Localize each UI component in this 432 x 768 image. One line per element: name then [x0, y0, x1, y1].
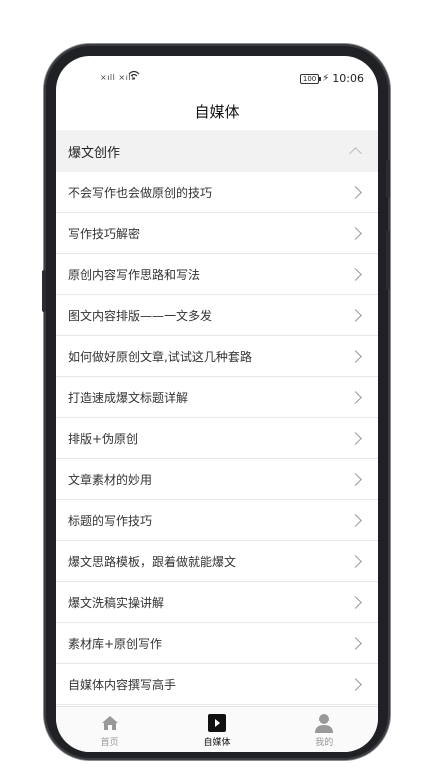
chevron-right-icon — [349, 308, 362, 322]
tab-home[interactable]: 首页 — [70, 713, 150, 748]
list-item-label: 原创内容写作思路和写法 — [68, 267, 201, 282]
list-item[interactable]: 不会写作也会做原创的技巧 — [56, 172, 378, 213]
play-icon — [207, 713, 227, 733]
chevron-right-icon — [349, 595, 362, 609]
list-item[interactable]: 标题的写作技巧 — [56, 500, 378, 541]
tab-profile[interactable]: 我的 — [284, 713, 364, 748]
list-item[interactable]: 爆文思路模板，跟着做就能爆文 — [56, 541, 378, 582]
volume-button — [42, 270, 46, 312]
list-item-label: 自媒体内容撰写高手 — [68, 677, 177, 692]
list-item[interactable]: 写作技巧解密 — [56, 213, 378, 254]
list-item-label: 打造速成爆文标题详解 — [68, 390, 189, 405]
charging-icon: ⚡ — [322, 73, 330, 84]
list-item-label: 写作技巧解密 — [68, 226, 141, 241]
chevron-right-icon — [349, 349, 362, 363]
list-item[interactable]: 排版+伪原创 — [56, 418, 378, 459]
chevron-right-icon — [349, 390, 362, 404]
wifi-icon — [128, 70, 140, 83]
list-item-label: 文章素材的妙用 — [68, 472, 153, 487]
chevron-right-icon — [349, 431, 362, 445]
list-item[interactable]: 爆文洗稿实操讲解 — [56, 582, 378, 623]
list-item-label: 排版+伪原创 — [68, 431, 139, 446]
list-item[interactable]: 图文内容排版——一文多发 — [56, 295, 378, 336]
chevron-right-icon — [349, 554, 362, 568]
list-item[interactable]: 原创内容写作思路和写法 — [56, 254, 378, 295]
chevron-right-icon — [349, 185, 362, 199]
user-icon — [314, 713, 334, 733]
chevron-up-icon[interactable] — [349, 147, 362, 160]
chevron-right-icon — [349, 513, 362, 527]
list-item-label: 不会写作也会做原创的技巧 — [68, 185, 213, 200]
chevron-right-icon — [349, 677, 362, 691]
section-title: 爆文创作 — [68, 145, 121, 161]
list-item-label: 标题的写作技巧 — [68, 513, 153, 528]
list-item-label: 图文内容排版——一文多发 — [68, 308, 213, 323]
app-screen: ×ıll ×ıll 100 ⚡ 10:06 自媒体 爆文创作 不会写作也会做原创… — [56, 56, 378, 752]
home-icon — [101, 713, 119, 733]
chevron-right-icon — [349, 226, 362, 240]
article-list: 不会写作也会做原创的技巧 写作技巧解密 原创内容写作思路和写法 图文内容排版——… — [56, 172, 378, 705]
list-item[interactable]: 素材库+原创写作 — [56, 623, 378, 664]
chevron-right-icon — [349, 636, 362, 650]
battery-icon: 100 — [299, 73, 322, 84]
list-item[interactable]: 打造速成爆文标题详解 — [56, 377, 378, 418]
page-title: 自媒体 — [194, 102, 240, 121]
tab-media-label: 自媒体 — [203, 737, 231, 748]
list-item-label: 素材库+原创写作 — [68, 636, 163, 651]
status-right: 100 ⚡ 10:06 — [299, 72, 364, 85]
list-item-label: 爆文思路模板，跟着做就能爆文 — [68, 554, 237, 569]
list-item-label: 爆文洗稿实操讲解 — [68, 595, 165, 610]
clock: 10:06 — [332, 72, 364, 85]
list-item[interactable]: 自媒体内容撰写高手 — [56, 664, 378, 705]
tab-home-label: 首页 — [100, 737, 119, 748]
list-item[interactable]: 文章素材的妙用 — [56, 459, 378, 500]
tab-media[interactable]: 自媒体 — [177, 713, 257, 748]
side-button — [386, 230, 390, 290]
tab-profile-label: 我的 — [315, 737, 334, 748]
status-bar: ×ıll ×ıll 100 ⚡ 10:06 — [56, 56, 378, 92]
chevron-right-icon — [349, 472, 362, 486]
list-item[interactable]: 如何做好原创文章,试试这几种套路 — [56, 336, 378, 377]
power-button — [386, 160, 390, 198]
chevron-right-icon — [349, 267, 362, 281]
bottom-tab-bar: 首页 自媒体 我的 — [56, 706, 378, 752]
section-header[interactable]: 爆文创作 — [56, 130, 378, 172]
list-item-label: 如何做好原创文章,试试这几种套路 — [68, 349, 252, 364]
